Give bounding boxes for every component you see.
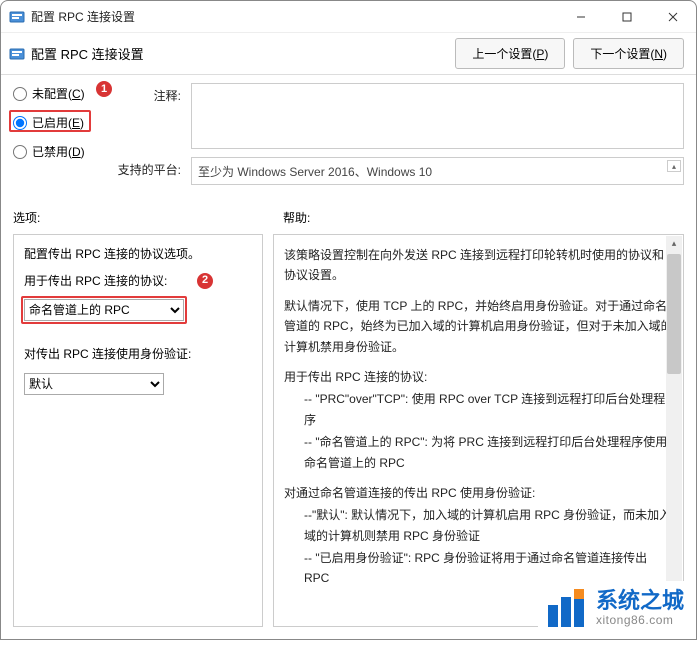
watermark: 系统之城 xitong86.com — [538, 581, 690, 635]
scrollbar-thumb[interactable] — [667, 254, 681, 374]
annotation-badge-2: 2 — [196, 272, 214, 290]
scroll-up-arrow-icon[interactable]: ▴ — [666, 236, 682, 252]
auth-select-wrap: 默认 — [24, 373, 184, 395]
previous-setting-button[interactable]: 上一个设置(P) — [455, 38, 565, 69]
titlebar: 配置 RPC 连接设置 — [1, 1, 696, 33]
section-labels: 选项: 帮助: — [1, 209, 696, 226]
platform-text: 至少为 Windows Server 2016、Windows 10 — [198, 163, 432, 180]
dialog-window: 配置 RPC 连接设置 配置 RPC 连接设置 上一个设置(P) — [0, 0, 697, 640]
radio-not-configured[interactable]: 未配置(C) — [13, 85, 95, 102]
help-scrollbar[interactable]: ▴ ▾ — [666, 236, 682, 625]
help-p3a: -- "PRC"over"TCP": 使用 RPC over TCP 连接到远程… — [284, 389, 673, 430]
options-line2: 用于传出 RPC 连接的协议: — [24, 274, 167, 288]
watermark-logo-icon — [544, 585, 590, 631]
radio-not-configured-input[interactable] — [13, 87, 27, 101]
platform-value: 至少为 Windows Server 2016、Windows 10 ▴ — [191, 157, 684, 185]
window-controls — [558, 1, 696, 33]
help-p3-title: 用于传出 RPC 连接的协议: — [284, 367, 673, 387]
help-panel: 该策略设置控制在向外发送 RPC 连接到远程打印轮转机时使用的协议和协议设置。 … — [273, 234, 684, 627]
minimize-button[interactable] — [558, 1, 604, 33]
close-button[interactable] — [650, 1, 696, 33]
next-setting-button[interactable]: 下一个设置(N) — [573, 38, 684, 69]
options-line2-row: 用于传出 RPC 连接的协议: 2 — [24, 272, 252, 291]
options-line3: 对传出 RPC 连接使用身份验证: — [24, 345, 252, 364]
options-label: 选项: — [13, 209, 283, 226]
radio-enabled-input[interactable] — [13, 116, 27, 130]
help-p3b: -- "命名管道上的 RPC": 为将 PRC 连接到远程打印后台处理程序使用命… — [284, 432, 673, 473]
help-label: 帮助: — [283, 209, 310, 226]
app-icon — [9, 9, 25, 25]
platform-label: 支持的平台: — [109, 157, 181, 178]
config-upper: 未配置(C) 已启用(E) 已禁用(D) 1 注释: 支持的平台: 至少为 Wi — [1, 75, 696, 191]
radio-disabled-input[interactable] — [13, 145, 27, 159]
options-line1: 配置传出 RPC 连接的协议选项。 — [24, 245, 252, 264]
comment-row: 注释: — [109, 83, 684, 149]
help-p2: 默认情况下，使用 TCP 上的 RPC，并始终启用身份验证。对于通过命名管道的 … — [284, 296, 673, 357]
upper-right-column: 注释: 支持的平台: 至少为 Windows Server 2016、Windo… — [109, 83, 684, 185]
header-row: 配置 RPC 连接设置 上一个设置(P) 下一个设置(N) — [1, 33, 696, 75]
protocol-select[interactable]: 命名管道上的 RPC — [24, 299, 184, 321]
radio-enabled-label: 已启用(E) — [32, 114, 84, 131]
radio-enabled[interactable]: 已启用(E) — [13, 114, 95, 131]
lower-split: 配置传出 RPC 连接的协议选项。 用于传出 RPC 连接的协议: 2 命名管道… — [1, 226, 696, 639]
options-panel: 配置传出 RPC 连接的协议选项。 用于传出 RPC 连接的协议: 2 命名管道… — [13, 234, 263, 627]
help-p4-title: 对通过命名管道连接的传出 RPC 使用身份验证: — [284, 483, 673, 503]
platform-row: 支持的平台: 至少为 Windows Server 2016、Windows 1… — [109, 157, 684, 185]
annotation-badge-1: 1 — [95, 80, 113, 98]
comment-textarea[interactable] — [191, 83, 684, 149]
settings-icon — [9, 46, 25, 62]
watermark-line1: 系统之城 — [596, 589, 684, 613]
help-p1: 该策略设置控制在向外发送 RPC 连接到远程打印轮转机时使用的协议和协议设置。 — [284, 245, 673, 286]
protocol-select-wrap: 命名管道上的 RPC — [24, 299, 184, 321]
window-title: 配置 RPC 连接设置 — [31, 8, 558, 25]
watermark-line2: xitong86.com — [596, 614, 684, 627]
comment-label: 注释: — [109, 83, 181, 104]
help-p4a: --"默认": 默认情况下，加入域的计算机启用 RPC 身份验证，而未加入域的计… — [284, 505, 673, 546]
auth-select[interactable]: 默认 — [24, 373, 164, 395]
radio-not-configured-label: 未配置(C) — [32, 85, 85, 102]
radio-disabled-label: 已禁用(D) — [32, 143, 85, 160]
maximize-button[interactable] — [604, 1, 650, 33]
header-title: 配置 RPC 连接设置 — [31, 44, 447, 63]
radio-disabled[interactable]: 已禁用(D) — [13, 143, 95, 160]
scroll-up-icon[interactable]: ▴ — [667, 160, 681, 172]
state-radio-group: 未配置(C) 已启用(E) 已禁用(D) 1 — [13, 83, 95, 185]
watermark-text: 系统之城 xitong86.com — [596, 589, 684, 626]
